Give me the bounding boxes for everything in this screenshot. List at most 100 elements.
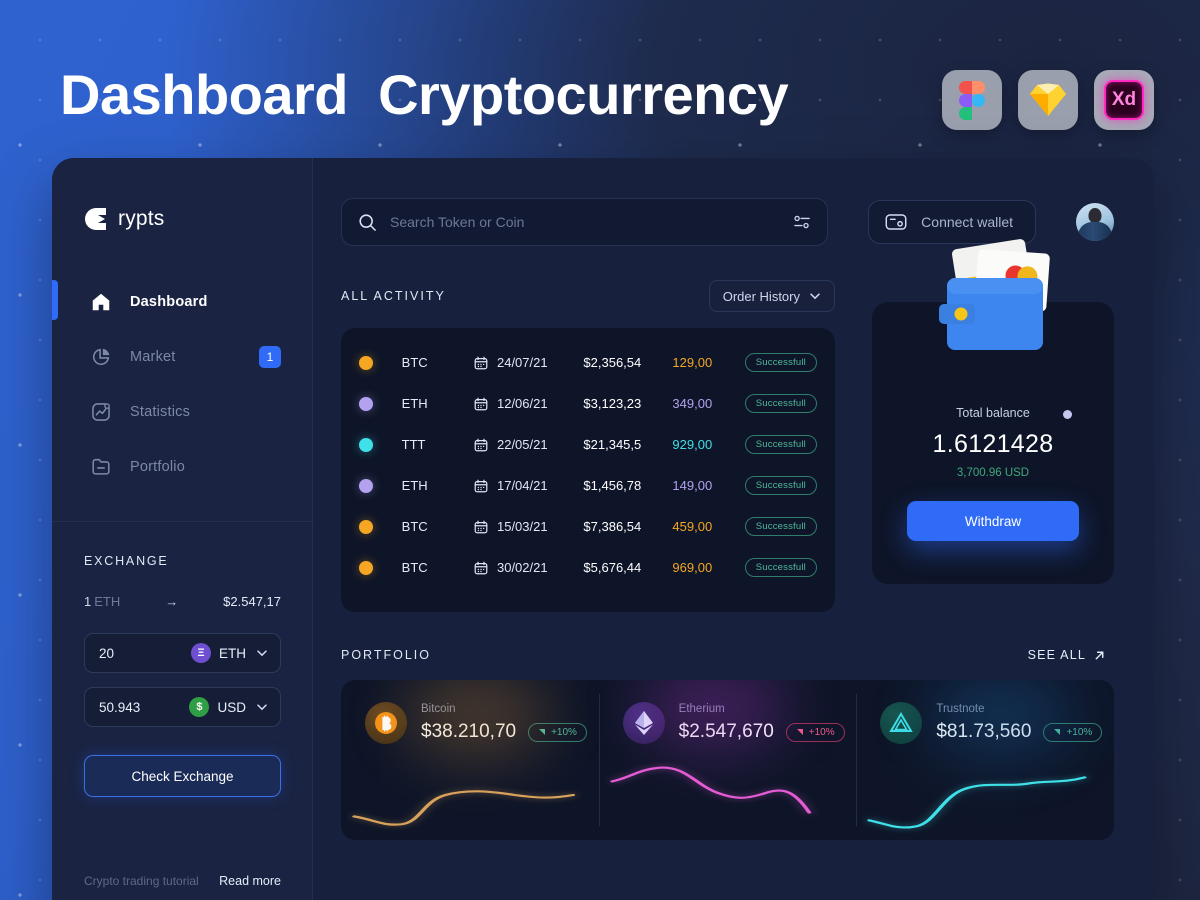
adobe-xd-app-icon[interactable]: Xd	[1094, 70, 1154, 130]
portfolio-coin-card[interactable]: Bitcoin $38.210,70 +10%	[341, 680, 599, 840]
sidebar-item-label: Portfolio	[130, 459, 185, 475]
exchange-title: EXCHANGE	[84, 554, 169, 568]
withdraw-button[interactable]: Withdraw	[907, 501, 1079, 541]
search-bar[interactable]	[341, 198, 829, 246]
coin-dot-cell	[359, 478, 402, 493]
coin-color-dot	[359, 355, 373, 370]
sketch-logo-icon	[1030, 83, 1066, 116]
coin-change-badge: +10%	[528, 722, 587, 742]
coin-price: $38.210,70	[421, 721, 517, 742]
coin-dot-cell	[359, 519, 402, 534]
row-date-cell: 12/06/21	[474, 396, 583, 411]
table-row[interactable]: BTC 24/07/21 $2,356,54 129,00 Successful…	[359, 342, 817, 383]
coin-change-value: +10%	[808, 726, 835, 738]
exchange-from-coin-selector[interactable]: Ξ ETH	[191, 643, 268, 663]
order-history-dropdown[interactable]: Order History	[708, 280, 835, 312]
ethereum-logo-icon	[634, 711, 653, 735]
coin-price: $81.73,560	[936, 721, 1032, 742]
coin-color-dot	[359, 478, 373, 493]
check-exchange-button[interactable]: Check Exchange	[84, 755, 281, 797]
row-date: 24/07/21	[496, 355, 548, 370]
read-more-link[interactable]: Read more	[219, 874, 281, 888]
row-amount: 349,00	[672, 396, 713, 411]
row-price: $2,356,54	[583, 355, 642, 370]
brand-logo[interactable]: rypts	[52, 204, 313, 234]
table-row[interactable]: BTC 15/03/21 $7,386,54 459,00 Successful…	[359, 506, 817, 547]
chevron-down-icon	[257, 704, 267, 711]
sidebar: rypts Dashboard Market 1 Statistics Port…	[52, 158, 313, 900]
connect-wallet-label: Connect wallet	[921, 214, 1013, 230]
exchange-rate-row: 1 ETH → $2.547,17	[84, 594, 281, 609]
coin-sparkline	[351, 789, 577, 827]
coin-header: Bitcoin $38.210,70 +10%	[365, 702, 599, 744]
coin-dot-cell	[359, 355, 402, 370]
wallet-illustration	[939, 239, 1050, 350]
sidebar-item-market[interactable]: Market 1	[52, 333, 313, 381]
figma-logo-icon	[959, 81, 985, 120]
exchange-to-coin: USD	[217, 699, 246, 715]
tutorial-label: Crypto trading tutorial	[84, 874, 199, 888]
coin-header: Trustnote $81.73,560 +10%	[880, 702, 1114, 744]
row-date: 15/03/21	[496, 519, 548, 534]
coin-info: Trustnote $81.73,560 +10%	[936, 703, 1103, 743]
row-date-cell: 30/02/21	[474, 560, 583, 575]
activity-title: ALL ACTIVITY	[341, 289, 446, 303]
row-date: 22/05/21	[496, 437, 548, 452]
exchange-from-field[interactable]: 20 Ξ ETH	[84, 633, 281, 673]
trend-down-icon	[796, 729, 803, 735]
order-history-label: Order History	[722, 288, 800, 304]
status-badge: Successfull	[744, 476, 817, 495]
sidebar-item-label: Dashboard	[130, 294, 208, 310]
rate-amount: 1	[84, 594, 92, 609]
sidebar-item-statistics[interactable]: Statistics	[52, 388, 313, 436]
coin-price-row: $2.547,670 +10%	[679, 721, 845, 743]
search-input[interactable]	[390, 214, 781, 230]
coin-name: Trustnote	[936, 703, 985, 715]
balance-status-dot	[1062, 410, 1072, 419]
sidebar-item-dashboard[interactable]: Dashboard	[52, 278, 313, 326]
exchange-from-coin: ETH	[219, 645, 246, 661]
app-icon-group: Xd	[942, 70, 1154, 130]
coin-change-badge: +10%	[785, 722, 845, 742]
row-price: $1,456,78	[583, 478, 642, 493]
portfolio-coin-card[interactable]: Trustnote $81.73,560 +10%	[856, 680, 1114, 840]
sidebar-item-portfolio[interactable]: Portfolio	[52, 443, 313, 491]
coin-dot-cell	[359, 560, 402, 575]
coin-sparkline	[866, 775, 1088, 830]
row-date-cell: 22/05/21	[474, 437, 583, 452]
exchange-to-value[interactable]: 50.943	[99, 700, 189, 715]
sketch-app-icon[interactable]	[1018, 70, 1078, 130]
row-price: $3,123,23	[583, 396, 642, 411]
row-date-cell: 24/07/21	[474, 355, 583, 370]
row-symbol: TTT	[401, 437, 426, 452]
avatar[interactable]	[1076, 203, 1114, 241]
pie-chart-icon	[92, 348, 110, 366]
exchange-to-field[interactable]: 50.943 $ USD	[84, 687, 281, 727]
coin-change-value: +10%	[551, 726, 577, 738]
row-status-cell: Successfull	[744, 558, 817, 577]
coin-header: Etherium $2.547,670 +10%	[622, 702, 857, 744]
row-amount: 969,00	[672, 560, 713, 575]
row-amount: 129,00	[672, 355, 713, 370]
table-row[interactable]: TTT 22/05/21 $21,345,5 929,00 Successful…	[359, 424, 817, 465]
balance-usd: 3,700.96 USD	[956, 467, 1030, 479]
row-date-cell: 17/04/21	[474, 478, 583, 493]
exchange-from-value[interactable]: 20	[99, 646, 191, 661]
folder-icon	[92, 458, 110, 475]
row-date: 30/02/21	[496, 560, 548, 575]
market-badge: 1	[259, 346, 281, 368]
filter-sliders-icon[interactable]	[793, 214, 811, 230]
coin-dot-cell	[359, 437, 402, 452]
wallet-icon	[885, 214, 907, 230]
see-all-link[interactable]: SEE ALL	[1028, 648, 1106, 662]
coin-logo	[880, 702, 923, 744]
figma-app-icon[interactable]	[942, 70, 1002, 130]
table-row[interactable]: ETH 17/04/21 $1,456,78 149,00 Successful…	[359, 465, 817, 506]
exchange-to-coin-selector[interactable]: $ USD	[189, 697, 268, 717]
balance-card: Total balance 1.6121428 3,700.96 USD Wit…	[872, 239, 1114, 584]
coin-color-dot	[359, 396, 373, 411]
portfolio-coin-card[interactable]: Etherium $2.547,670 +10%	[598, 680, 857, 840]
table-row[interactable]: ETH 12/06/21 $3,123,23 349,00 Successful…	[359, 383, 817, 424]
trustnote-logo-icon	[889, 712, 914, 732]
table-row[interactable]: BTC 30/02/21 $5,676,44 969,00 Successful…	[359, 547, 817, 588]
